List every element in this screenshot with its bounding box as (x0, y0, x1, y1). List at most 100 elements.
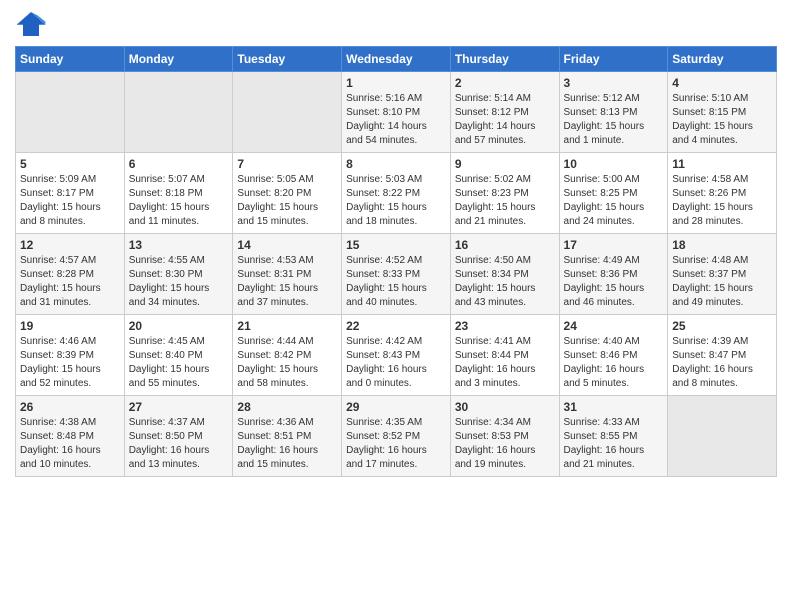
day-number: 3 (564, 76, 664, 90)
day-number: 1 (346, 76, 446, 90)
calendar-cell (16, 72, 125, 153)
cell-info: Sunrise: 4:53 AM Sunset: 8:31 PM Dayligh… (237, 254, 337, 310)
calendar-cell: 26Sunrise: 4:38 AM Sunset: 8:48 PM Dayli… (16, 396, 125, 477)
calendar-cell: 25 Sunrise: 4:39 AM Sunset: 8:47 PM Dayli… (668, 315, 777, 396)
cell-info: Sunrise: 4:58 AM Sunset: 8:26 PM Dayligh… (672, 173, 772, 229)
day-number: 18 (672, 238, 772, 252)
cell-info: Sunrise: 5:03 AM Sunset: 8:22 PM Dayligh… (346, 173, 446, 229)
day-number: 14 (237, 238, 337, 252)
day-number: 2 (455, 76, 555, 90)
cell-info: Sunrise: 5:14 AM Sunset: 8:12 PM Dayligh… (455, 92, 555, 148)
calendar-cell (668, 396, 777, 477)
cell-info: Sunrise: 5:09 AM Sunset: 8:17 PM Dayligh… (20, 173, 120, 229)
cell-info: Sunrise: 5:02 AM Sunset: 8:23 PM Dayligh… (455, 173, 555, 229)
cell-info: Sunrise: 4:44 AM Sunset: 8:42 PM Dayligh… (237, 335, 337, 391)
day-number: 31 (564, 400, 664, 414)
day-number: 8 (346, 157, 446, 171)
day-number: 30 (455, 400, 555, 414)
calendar-cell: 18Sunrise: 4:48 AM Sunset: 8:37 PM Dayli… (668, 234, 777, 315)
calendar-table: SundayMondayTuesdayWednesdayThursdayFrid… (15, 46, 777, 477)
calendar-cell: 9 Sunrise: 5:02 AM Sunset: 8:23 PM Daylig… (450, 153, 559, 234)
day-number: 11 (672, 157, 772, 171)
cell-info: Sunrise: 4:45 AM Sunset: 8:40 PM Dayligh… (129, 335, 229, 391)
calendar-cell: 13 Sunrise: 4:55 AM Sunset: 8:30 PM Dayli… (124, 234, 233, 315)
calendar-cell: 11 Sunrise: 4:58 AM Sunset: 8:26 PM Dayli… (668, 153, 777, 234)
cell-info: Sunrise: 4:42 AM Sunset: 8:43 PM Dayligh… (346, 335, 446, 391)
day-number: 7 (237, 157, 337, 171)
cell-info: Sunrise: 5:05 AM Sunset: 8:20 PM Dayligh… (237, 173, 337, 229)
weekday-header-sunday: Sunday (16, 47, 125, 72)
day-number: 20 (129, 319, 229, 333)
calendar-week-3: 19 Sunrise: 4:46 AM Sunset: 8:39 PM Dayli… (16, 315, 777, 396)
day-number: 13 (129, 238, 229, 252)
calendar-cell: 21 Sunrise: 4:44 AM Sunset: 8:42 PM Dayli… (233, 315, 342, 396)
cell-info: Sunrise: 4:35 AM Sunset: 8:52 PM Dayligh… (346, 416, 446, 472)
calendar-cell: 20 Sunrise: 4:45 AM Sunset: 8:40 PM Dayli… (124, 315, 233, 396)
cell-info: Sunrise: 4:37 AM Sunset: 8:50 PM Dayligh… (129, 416, 229, 472)
day-number: 24 (564, 319, 664, 333)
cell-info: Sunrise: 4:55 AM Sunset: 8:30 PM Dayligh… (129, 254, 229, 310)
calendar-cell: 3Sunrise: 5:12 AM Sunset: 8:13 PM Daylig… (559, 72, 668, 153)
calendar-cell: 7 Sunrise: 5:05 AM Sunset: 8:20 PM Daylig… (233, 153, 342, 234)
day-number: 25 (672, 319, 772, 333)
calendar-cell: 22 Sunrise: 4:42 AM Sunset: 8:43 PM Dayli… (342, 315, 451, 396)
calendar-cell: 15 Sunrise: 4:52 AM Sunset: 8:33 PM Dayli… (342, 234, 451, 315)
day-number: 22 (346, 319, 446, 333)
cell-info: Sunrise: 5:16 AM Sunset: 8:10 PM Dayligh… (346, 92, 446, 148)
day-number: 26 (20, 400, 120, 414)
weekday-header-monday: Monday (124, 47, 233, 72)
cell-info: Sunrise: 4:49 AM Sunset: 8:36 PM Dayligh… (564, 254, 664, 310)
day-number: 15 (346, 238, 446, 252)
day-number: 16 (455, 238, 555, 252)
weekday-header-saturday: Saturday (668, 47, 777, 72)
cell-info: Sunrise: 4:57 AM Sunset: 8:28 PM Dayligh… (20, 254, 120, 310)
day-number: 10 (564, 157, 664, 171)
day-number: 19 (20, 319, 120, 333)
calendar-cell: 10 Sunrise: 5:00 AM Sunset: 8:25 PM Dayli… (559, 153, 668, 234)
weekday-header-wednesday: Wednesday (342, 47, 451, 72)
calendar-header: SundayMondayTuesdayWednesdayThursdayFrid… (16, 47, 777, 72)
cell-info: Sunrise: 4:39 AM Sunset: 8:47 PM Dayligh… (672, 335, 772, 391)
calendar-week-2: 12 Sunrise: 4:57 AM Sunset: 8:28 PM Dayli… (16, 234, 777, 315)
calendar-cell: 17 Sunrise: 4:49 AM Sunset: 8:36 PM Dayli… (559, 234, 668, 315)
calendar-cell: 6Sunrise: 5:07 AM Sunset: 8:18 PM Daylig… (124, 153, 233, 234)
calendar-cell: 23 Sunrise: 4:41 AM Sunset: 8:44 PM Dayli… (450, 315, 559, 396)
cell-info: Sunrise: 4:50 AM Sunset: 8:34 PM Dayligh… (455, 254, 555, 310)
calendar-cell: 12 Sunrise: 4:57 AM Sunset: 8:28 PM Dayli… (16, 234, 125, 315)
day-number: 21 (237, 319, 337, 333)
cell-info: Sunrise: 4:34 AM Sunset: 8:53 PM Dayligh… (455, 416, 555, 472)
calendar-cell: 1 Sunrise: 5:16 AM Sunset: 8:10 PM Daylig… (342, 72, 451, 153)
calendar-cell: 29 Sunrise: 4:35 AM Sunset: 8:52 PM Dayli… (342, 396, 451, 477)
cell-info: Sunrise: 4:52 AM Sunset: 8:33 PM Dayligh… (346, 254, 446, 310)
calendar-cell: 31Sunrise: 4:33 AM Sunset: 8:55 PM Dayli… (559, 396, 668, 477)
cell-info: Sunrise: 5:10 AM Sunset: 8:15 PM Dayligh… (672, 92, 772, 148)
calendar-cell: 28Sunrise: 4:36 AM Sunset: 8:51 PM Dayli… (233, 396, 342, 477)
calendar-cell: 30 Sunrise: 4:34 AM Sunset: 8:53 PM Dayli… (450, 396, 559, 477)
calendar-cell: 27 Sunrise: 4:37 AM Sunset: 8:50 PM Dayli… (124, 396, 233, 477)
day-number: 17 (564, 238, 664, 252)
calendar-cell: 5 Sunrise: 5:09 AM Sunset: 8:17 PM Daylig… (16, 153, 125, 234)
day-number: 28 (237, 400, 337, 414)
day-number: 29 (346, 400, 446, 414)
calendar-cell: 24Sunrise: 4:40 AM Sunset: 8:46 PM Dayli… (559, 315, 668, 396)
day-number: 27 (129, 400, 229, 414)
day-number: 23 (455, 319, 555, 333)
calendar-cell (124, 72, 233, 153)
calendar-cell (233, 72, 342, 153)
day-number: 9 (455, 157, 555, 171)
calendar-cell: 4 Sunrise: 5:10 AM Sunset: 8:15 PM Daylig… (668, 72, 777, 153)
day-number: 5 (20, 157, 120, 171)
cell-info: Sunrise: 4:41 AM Sunset: 8:44 PM Dayligh… (455, 335, 555, 391)
calendar-cell: 16 Sunrise: 4:50 AM Sunset: 8:34 PM Dayli… (450, 234, 559, 315)
calendar-cell: 2 Sunrise: 5:14 AM Sunset: 8:12 PM Daylig… (450, 72, 559, 153)
cell-info: Sunrise: 4:46 AM Sunset: 8:39 PM Dayligh… (20, 335, 120, 391)
calendar-cell: 19 Sunrise: 4:46 AM Sunset: 8:39 PM Dayli… (16, 315, 125, 396)
logo (15, 10, 51, 38)
day-number: 4 (672, 76, 772, 90)
logo-icon (15, 10, 47, 38)
cell-info: Sunrise: 5:00 AM Sunset: 8:25 PM Dayligh… (564, 173, 664, 229)
calendar-week-0: 1 Sunrise: 5:16 AM Sunset: 8:10 PM Daylig… (16, 72, 777, 153)
day-number: 12 (20, 238, 120, 252)
day-number: 6 (129, 157, 229, 171)
weekday-header-friday: Friday (559, 47, 668, 72)
